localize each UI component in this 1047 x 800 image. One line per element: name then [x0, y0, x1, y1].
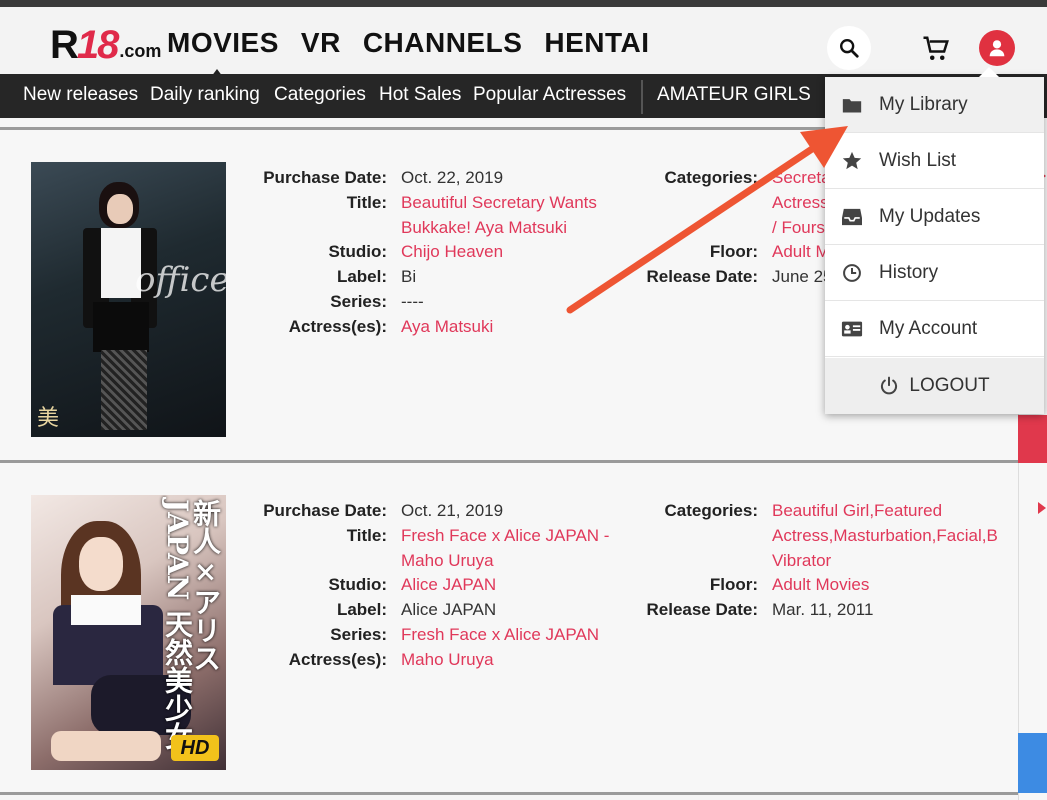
label-label: Label: [336, 267, 387, 286]
title-link-line2[interactable]: Bukkake! Aya Matsuki [401, 215, 567, 240]
power-icon [881, 376, 898, 395]
actress-link[interactable]: Aya Matsuki [401, 314, 493, 339]
label-label: Label: [336, 600, 387, 619]
series-link[interactable]: Fresh Face x Alice JAPAN [401, 622, 599, 647]
floor-label: Floor: [709, 242, 758, 261]
row-divider [0, 792, 1018, 795]
purchase-date-label: Purchase Date: [263, 501, 387, 520]
folder-icon [825, 96, 879, 114]
nav-movies[interactable]: MOVIES [167, 27, 279, 59]
cart-button[interactable] [916, 29, 956, 69]
menu-item-my-account[interactable]: My Account [825, 301, 1044, 357]
subnav-divider [641, 80, 643, 114]
series-label: Series: [330, 625, 387, 644]
hd-badge: HD [171, 735, 219, 761]
purchase-date-value: Oct. 22, 2019 [401, 168, 504, 187]
clock-icon [825, 263, 879, 283]
cover-figure-legs [101, 350, 147, 430]
user-dropdown-menu: My Library Wish List My Updates History … [825, 67, 1044, 414]
user-icon [989, 40, 1005, 57]
user-menu-button[interactable] [979, 30, 1015, 66]
search-button[interactable] [827, 26, 871, 70]
cover-figure-face [107, 194, 133, 224]
studio-link[interactable]: Alice JAPAN [401, 572, 496, 597]
inbox-icon [825, 207, 879, 227]
cart-icon [923, 36, 949, 60]
release-date-label: Release Date: [646, 600, 758, 619]
actress-link[interactable]: Maho Uruya [401, 647, 494, 672]
main-nav: MOVIES VR CHANNELS HENTAI [167, 27, 650, 59]
purchase-date-label: Purchase Date: [263, 168, 387, 187]
cover-figure-face [79, 537, 123, 591]
studio-label: Studio: [328, 242, 387, 261]
library-item: 新人×アリスJAPAN 天然美少女 HD Purchase Date: Oct.… [0, 460, 1018, 793]
categories-links-line2[interactable]: Actress,Masturbation,Facial,B [772, 523, 998, 548]
movie-cover[interactable]: office 美 [31, 162, 226, 437]
right-edge-blue-block [1018, 733, 1047, 793]
subnav-daily-ranking[interactable]: Daily ranking [150, 84, 260, 106]
title-label: Title: [346, 193, 387, 212]
menu-item-label: Wish List [879, 149, 957, 171]
floor-label: Floor: [709, 575, 758, 594]
menu-item-label: My Account [879, 317, 978, 339]
actresses-label: Actress(es): [288, 317, 387, 336]
subnav-hot-sales[interactable]: Hot Sales [379, 84, 461, 106]
title-label: Title: [346, 526, 387, 545]
expand-arrow-icon[interactable] [1038, 502, 1046, 514]
floor-link[interactable]: Adult Movies [772, 572, 869, 597]
subnav-categories[interactable]: Categories [274, 84, 366, 106]
categories-links[interactable]: Beautiful Girl,Featured [772, 498, 942, 523]
r18-logo[interactable]: R 18 .com [50, 21, 161, 65]
title-link[interactable]: Beautiful Secretary Wants [401, 190, 597, 215]
movie-cover[interactable]: 新人×アリスJAPAN 天然美少女 HD [31, 495, 226, 770]
cover-figure-skirt [93, 302, 149, 352]
subnav-amateur-girls[interactable]: AMATEUR GIRLS [657, 84, 811, 106]
categories-links-line3[interactable]: Vibrator [772, 548, 831, 573]
cover-figure-skin [51, 731, 161, 761]
studio-link[interactable]: Chijo Heaven [401, 239, 503, 264]
title-link-line2[interactable]: Maho Uruya [401, 548, 494, 573]
nav-vr[interactable]: VR [301, 27, 341, 59]
title-link[interactable]: Fresh Face x Alice JAPAN - [401, 523, 609, 548]
actresses-label: Actress(es): [288, 650, 387, 669]
release-date-label: Release Date: [646, 267, 758, 286]
series-label: Series: [330, 292, 387, 311]
star-icon [825, 150, 879, 172]
menu-item-my-updates[interactable]: My Updates [825, 189, 1044, 245]
logout-label: LOGOUT [909, 375, 990, 396]
menu-item-my-library[interactable]: My Library [825, 77, 1044, 133]
menu-item-history[interactable]: History [825, 245, 1044, 301]
label-value: Alice JAPAN [401, 600, 497, 619]
menu-item-label: My Updates [879, 205, 981, 227]
series-value: ---- [401, 292, 424, 311]
categories-label: Categories: [664, 168, 758, 187]
cover-kanji: 美 [37, 406, 60, 431]
menu-item-label: My Library [879, 93, 968, 115]
label-value: Bi [401, 267, 417, 286]
search-icon [840, 39, 859, 58]
subnav-popular-actresses[interactable]: Popular Actresses [473, 84, 626, 106]
menu-item-label: History [879, 261, 939, 283]
menu-item-wish-list[interactable]: Wish List [825, 133, 1044, 189]
studio-label: Studio: [328, 575, 387, 594]
cover-figure-collar [71, 595, 141, 625]
top-header: R 18 .com MOVIES VR CHANNELS HENTAI [0, 0, 1047, 81]
nav-channels[interactable]: CHANNELS [363, 27, 523, 59]
subnav-new-releases[interactable]: New releases [23, 84, 138, 106]
dropdown-notch [979, 67, 999, 77]
categories-label: Categories: [664, 501, 758, 520]
nav-hentai[interactable]: HENTAI [544, 27, 649, 59]
purchase-date-value: Oct. 21, 2019 [401, 501, 504, 520]
logout-button[interactable]: LOGOUT [825, 358, 1044, 414]
right-edge-red-block [1018, 415, 1047, 463]
id-card-icon [825, 320, 879, 338]
release-date-value: Mar. 11, 2011 [772, 600, 874, 619]
